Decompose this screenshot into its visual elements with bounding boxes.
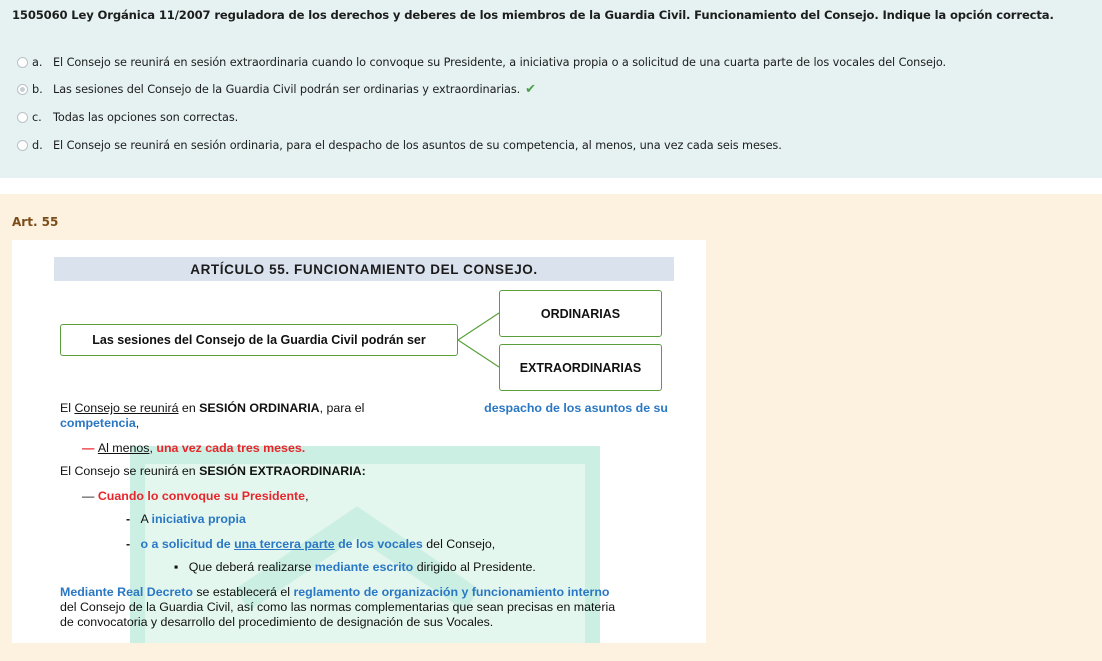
diagram-source-box: Las sesiones del Consejo de la Guardia C… bbox=[60, 324, 458, 356]
feedback-reference: Art. 55 bbox=[12, 215, 59, 229]
sub-solicitud: - o a solicitud de una tercera parte de … bbox=[126, 537, 496, 551]
paragraph-extraordinaria: El Consejo se reunirá en SESIÓN EXTRAORD… bbox=[60, 464, 366, 478]
article-image: ARTÍCULO 55. FUNCIONAMIENTO DEL CONSEJO.… bbox=[12, 240, 706, 643]
option-c-letter: c. bbox=[32, 110, 42, 124]
sub-escrito: ▪ Que deberá realizarse mediante escrito… bbox=[174, 560, 536, 574]
question-text: 1505060 Ley Orgánica 11/2007 reguladora … bbox=[12, 8, 1054, 22]
option-d-letter: d. bbox=[32, 138, 43, 152]
option-d-text: El Consejo se reunirá en sesión ordinari… bbox=[53, 138, 782, 152]
option-a-letter: a. bbox=[32, 55, 43, 69]
paragraph-real-decreto: Mediante Real Decreto se establecerá el … bbox=[60, 585, 610, 599]
option-d-radio[interactable] bbox=[17, 139, 28, 151]
option-d[interactable]: d. El Consejo se reunirá en sesión ordin… bbox=[17, 137, 782, 153]
option-a-text: El Consejo se reunirá en sesión extraord… bbox=[53, 55, 947, 69]
option-b[interactable]: b. Las sesiones del Consejo de la Guardi… bbox=[17, 81, 536, 97]
diagram-ordinarias-box: ORDINARIAS bbox=[499, 290, 662, 337]
diagram-extraordinarias-box: EXTRAORDINARIAS bbox=[499, 344, 662, 391]
option-c-text: Todas las opciones son correctas. bbox=[53, 110, 239, 124]
paragraph-ordinaria-line2: competencia, bbox=[60, 416, 140, 430]
option-b-letter: b. bbox=[32, 82, 43, 96]
panel-separator bbox=[0, 178, 1102, 194]
option-a-radio[interactable] bbox=[17, 56, 28, 68]
option-b-text: Las sesiones del Consejo de la Guardia C… bbox=[53, 82, 521, 96]
paragraph-real-decreto-line3: de convocatoria y desarrollo del procedi… bbox=[60, 615, 494, 629]
correct-check-icon: ✔ bbox=[525, 81, 536, 97]
paragraph-ordinaria: El Consejo se reunirá en SESIÓN ORDINARI… bbox=[60, 401, 668, 415]
option-c[interactable]: c. Todas las opciones son correctas. bbox=[17, 109, 238, 125]
sub-iniciativa: - A iniciativa propia bbox=[126, 512, 246, 526]
paragraph-real-decreto-line2: del Consejo de la Guardia Civil, así com… bbox=[60, 600, 616, 614]
bullet-presidente: — Cuando lo convoque su Presidente, bbox=[82, 489, 309, 503]
option-c-radio[interactable] bbox=[17, 111, 28, 123]
option-a[interactable]: a. El Consejo se reunirá en sesión extra… bbox=[17, 54, 946, 70]
bullet-tres-meses: — Al menos, una vez cada tres meses. bbox=[82, 441, 306, 455]
option-b-radio[interactable] bbox=[17, 83, 28, 95]
question-panel: 1505060 Ley Orgánica 11/2007 reguladora … bbox=[0, 0, 1102, 178]
